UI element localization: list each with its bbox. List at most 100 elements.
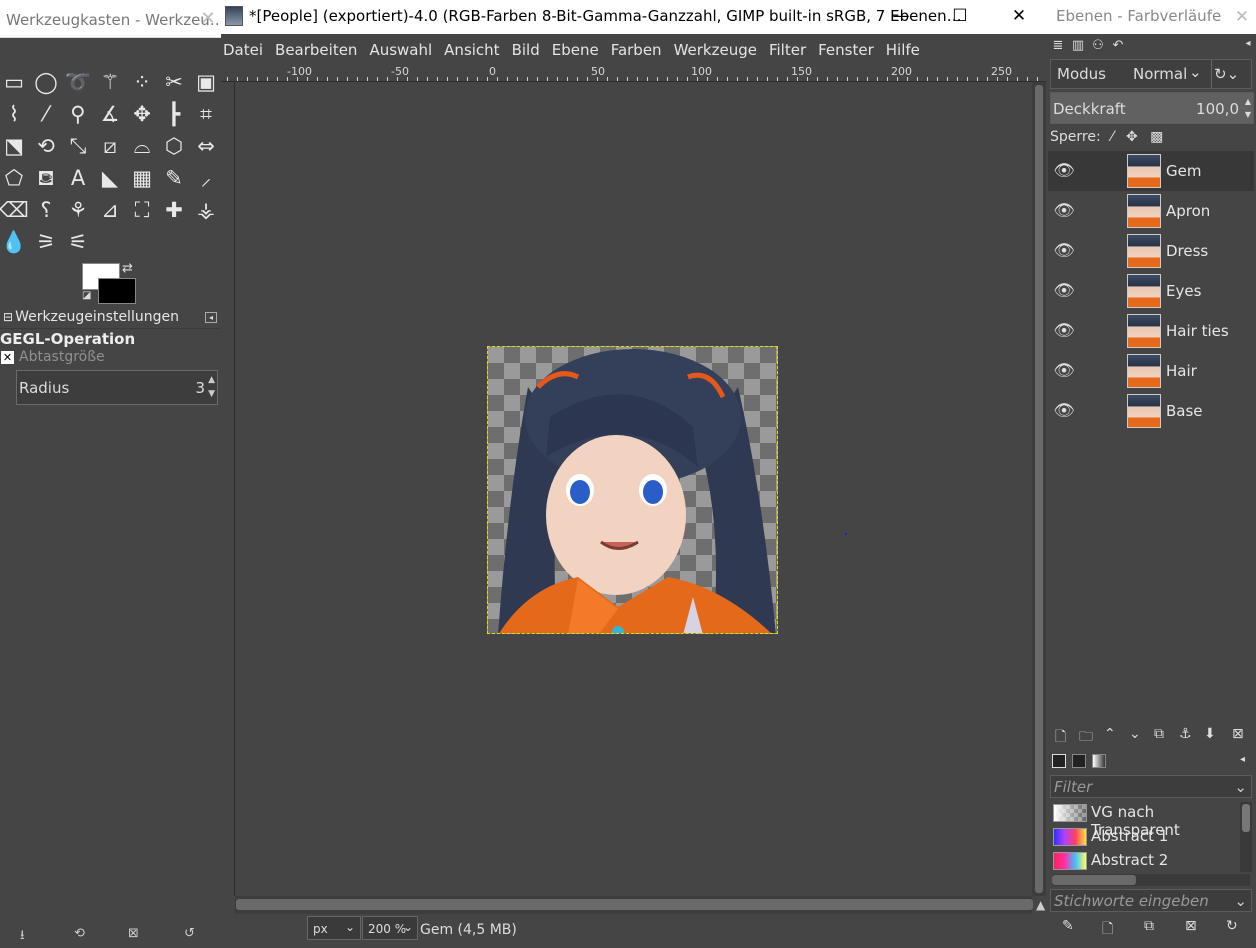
heal-icon[interactable]: ✚: [160, 196, 188, 224]
delete-layer-icon[interactable]: ⊠: [1232, 726, 1244, 742]
mode-select[interactable]: Modus Normal ⌄ ↻⌄: [1050, 59, 1252, 89]
save-options-icon[interactable]: ⭳: [20, 926, 25, 948]
delete-options-icon[interactable]: ⊠: [128, 926, 139, 941]
align-icon[interactable]: ┣: [160, 100, 188, 128]
zoom-select[interactable]: 200 % ⌄: [362, 916, 418, 940]
paths-icon[interactable]: ⌇: [0, 100, 28, 128]
ellipse-select-icon[interactable]: ◯: [32, 68, 60, 96]
layer-row-gem[interactable]: 👁 Gem: [1048, 151, 1254, 191]
duplicate-gradient-icon[interactable]: ⧉: [1144, 918, 1154, 934]
delete-gradient-icon[interactable]: ⊠: [1185, 918, 1197, 934]
ink-icon[interactable]: ⚘: [64, 196, 92, 224]
tag-input[interactable]: Stichworte eingeben ⌄: [1050, 889, 1252, 912]
crop-icon[interactable]: ⌗: [192, 100, 220, 128]
visibility-eye-icon[interactable]: 👁: [1053, 161, 1075, 183]
scrollbar-thumb[interactable]: [1242, 804, 1250, 832]
gradients-tab-icon[interactable]: [1092, 754, 1106, 768]
lock-alpha-icon[interactable]: ▩: [1150, 129, 1163, 145]
menu-ebene[interactable]: Ebene: [552, 41, 599, 59]
move-icon[interactable]: ✥: [128, 100, 156, 128]
dock-menu-icon[interactable]: ◂: [1240, 754, 1245, 765]
visibility-eye-icon[interactable]: 👁: [1053, 241, 1075, 263]
channels-tab-icon[interactable]: ▥: [1068, 38, 1088, 54]
scrollbar-thumb[interactable]: [1052, 875, 1136, 885]
unified-transform-icon[interactable]: ⬔: [0, 132, 28, 160]
fill-icon[interactable]: ◣: [96, 164, 124, 192]
layers-tab-icon[interactable]: ≣: [1048, 38, 1068, 54]
menu-bearbeiten[interactable]: Bearbeiten: [275, 41, 357, 59]
anchor-layer-icon[interactable]: ⚓: [1179, 726, 1192, 742]
airbrush-icon[interactable]: ⸮: [32, 196, 60, 224]
menu-datei[interactable]: Datei: [223, 41, 263, 59]
menu-ansicht[interactable]: Ansicht: [444, 41, 499, 59]
text-icon[interactable]: A: [64, 164, 92, 192]
vertical-scrollbar-thumb[interactable]: [1035, 85, 1043, 893]
duplicate-layer-icon[interactable]: ⧉: [1154, 726, 1164, 742]
layer-row-hair-ties[interactable]: 👁 Hair ties: [1048, 311, 1254, 351]
clone-icon[interactable]: ⛶: [128, 196, 156, 224]
eraser-icon[interactable]: ⌫: [0, 196, 29, 224]
new-layer-group-icon[interactable]: 🗀: [1079, 726, 1093, 750]
pencil-icon[interactable]: ✎: [160, 164, 188, 192]
close-icon[interactable]: ✕: [1, 351, 14, 364]
blur-icon[interactable]: 💧: [0, 228, 28, 256]
mypaint-brush-icon[interactable]: ⊿: [96, 196, 124, 224]
3d-transform-icon[interactable]: ⬡: [160, 132, 188, 160]
perspective-clone-icon[interactable]: ⚶: [192, 196, 220, 224]
gradient-filter-input[interactable]: Filter ⌄: [1050, 775, 1252, 798]
lock-position-icon[interactable]: ✥: [1126, 129, 1138, 145]
reset-options-icon[interactable]: ↺: [184, 926, 195, 941]
warp-icon[interactable]: ⌓: [128, 132, 156, 160]
foreground-select-icon[interactable]: ▣: [192, 68, 220, 96]
rect-select-icon[interactable]: ▭: [0, 68, 28, 96]
layer-row-apron[interactable]: 👁 Apron: [1048, 191, 1254, 231]
spin-arrows-icon[interactable]: ▲ ▼: [208, 373, 215, 401]
bucket-fill-icon[interactable]: ⛾: [32, 164, 60, 192]
gradient-hscrollbar[interactable]: [1052, 874, 1250, 886]
gradient-item[interactable]: Abstract 1: [1052, 826, 1240, 848]
gradient-icon[interactable]: ▦: [128, 164, 156, 192]
restore-options-icon[interactable]: ⟲: [74, 926, 85, 941]
brushes-tab-icon[interactable]: [1052, 754, 1066, 768]
gradient-list-scrollbar[interactable]: [1240, 802, 1252, 872]
color-picker-icon[interactable]: ⁄: [32, 100, 60, 128]
horizontal-ruler[interactable]: -100 -50 0 50 100 150 200 250: [221, 65, 1046, 82]
menu-hilfe[interactable]: Hilfe: [886, 41, 920, 59]
horizontal-scrollbar-thumb[interactable]: [236, 899, 1033, 910]
smudge-icon[interactable]: ⚞: [32, 228, 60, 256]
background-color-swatch[interactable]: [98, 278, 136, 304]
cage-icon[interactable]: ⬠: [0, 164, 28, 192]
layer-row-hair[interactable]: 👁 Hair: [1048, 351, 1254, 391]
dock-menu-icon[interactable]: ◂: [1238, 38, 1256, 54]
minimize-icon[interactable]: —: [878, 0, 924, 34]
flip-icon[interactable]: ⇔: [192, 132, 220, 160]
free-select-icon[interactable]: ➰: [64, 68, 92, 96]
paintbrush-icon[interactable]: ⸝: [192, 164, 220, 192]
lower-layer-icon[interactable]: ⌄: [1129, 726, 1141, 742]
vertical-ruler[interactable]: [221, 82, 235, 896]
menu-farben[interactable]: Farben: [611, 41, 662, 59]
menu-auswahl[interactable]: Auswahl: [369, 41, 432, 59]
new-gradient-icon[interactable]: 🗋: [1102, 918, 1113, 942]
menu-filter[interactable]: Filter: [769, 41, 806, 59]
visibility-eye-icon[interactable]: 👁: [1053, 321, 1075, 343]
raise-layer-icon[interactable]: ⌃: [1104, 726, 1116, 742]
spin-arrows-icon[interactable]: ▲ ▼: [1245, 95, 1251, 121]
dock-close-icon[interactable]: ✕: [1229, 4, 1255, 30]
dodge-burn-icon[interactable]: ⚟: [64, 228, 92, 256]
visibility-eye-icon[interactable]: 👁: [1053, 281, 1075, 303]
zoom-icon[interactable]: ⚲: [64, 100, 92, 128]
swap-colors-icon[interactable]: ⇄: [122, 261, 133, 276]
menu-fenster[interactable]: Fenster: [818, 41, 874, 59]
patterns-tab-icon[interactable]: [1072, 754, 1086, 768]
visibility-eye-icon[interactable]: 👁: [1053, 201, 1075, 223]
shear-icon[interactable]: ⧄: [96, 132, 124, 160]
unit-select[interactable]: px ⌄: [307, 916, 361, 940]
gradient-item[interactable]: Abstract 2: [1052, 850, 1240, 872]
rotate-icon[interactable]: ⟲: [32, 132, 60, 160]
menu-werkzeuge[interactable]: Werkzeuge: [674, 41, 757, 59]
navigate-icon[interactable]: ▲: [1036, 898, 1045, 912]
image-layer-preview[interactable]: [487, 346, 778, 634]
tool-options-tab[interactable]: ⊟ Werkzeugeinstellungen: [0, 307, 221, 329]
maximize-icon[interactable]: ☐: [937, 0, 983, 34]
